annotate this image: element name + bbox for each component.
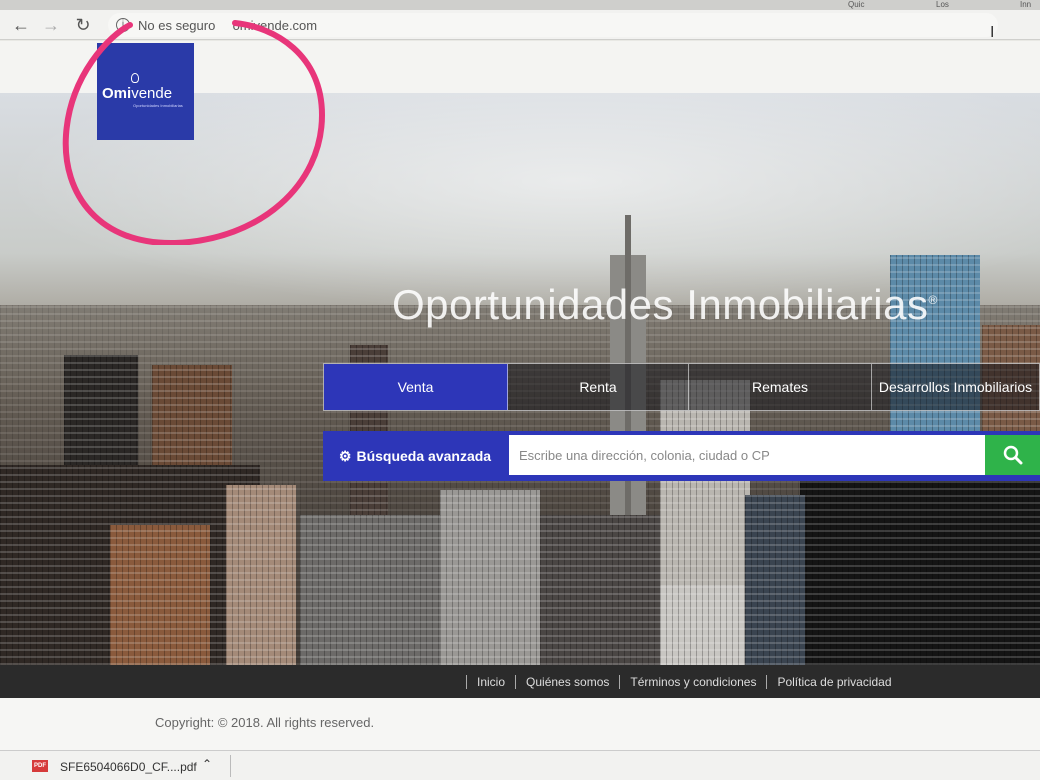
url: omivende.com [232,18,318,33]
logo-tagline: Oportunidades Inmobiliarias [133,103,183,108]
browser-tabstrip: Quic Los Inn [0,0,1040,10]
pdf-icon: PDF [32,760,48,772]
web-page: Omivende Oportunidades Inmobiliarias Opo… [0,41,1040,698]
copyright-text: Copyright: © 2018. All rights reserved. [155,715,375,730]
footer-link-terminos[interactable]: Términos y condiciones [619,675,766,689]
logo-name-bold: Omi [102,85,132,102]
footer-nav: Inicio Quiénes somos Términos y condicio… [0,665,1040,698]
tab-desarrollos-inmobiliarios[interactable]: Desarrollos Inmobiliarios [872,364,1039,410]
copyright-footer: Copyright: © 2018. All rights reserved. [0,698,1040,750]
building [540,515,660,665]
download-filename[interactable]: SFE6504066D0_CF....pdf [60,760,197,774]
tab-venta[interactable]: Venta [324,364,508,410]
browser-tab[interactable]: Inn [1020,0,1031,9]
logo-wordmark: Omivende [102,85,172,102]
registered-mark: ® [928,293,938,307]
chevron-up-icon[interactable]: ⌃ [202,757,212,771]
security-label: No es seguro [138,18,216,33]
building [300,515,460,665]
advanced-search-button[interactable]: ⚙ Búsqueda avanzada [323,431,507,481]
footer-link-quienes-somos[interactable]: Quiénes somos [515,675,619,689]
browser-tab[interactable]: Quic [848,0,864,9]
footer-link-inicio[interactable]: Inicio [466,675,515,689]
building [110,525,210,665]
address-bar[interactable]: i No es seguro omivende.com [108,13,998,37]
browser-toolbar: ← → ↻ i No es seguro omivende.com I [0,10,1040,41]
tab-renta[interactable]: Renta [508,364,689,410]
back-arrow-icon[interactable]: ← [10,14,32,36]
site-logo[interactable]: Omivende Oportunidades Inmobiliarias [97,43,194,140]
reload-icon[interactable]: ↻ [72,14,94,36]
search-bar: ⚙ Búsqueda avanzada [323,431,1040,481]
text-cursor-icon: I [990,24,995,41]
forward-arrow-icon[interactable]: → [40,14,62,36]
building [440,490,540,665]
url-text: No es seguro omivende.com [138,18,317,33]
hero-title: Oportunidades Inmobiliarias® [392,281,938,329]
search-icon [1003,445,1022,465]
building [745,495,805,665]
info-icon[interactable]: i [116,18,130,32]
gear-icon: ⚙ [338,447,352,464]
screen: Quic Los Inn ← → ↻ i No es seguro omiven… [0,0,1040,780]
logo-name-light: vende [131,85,173,102]
search-button[interactable] [985,435,1040,475]
search-input[interactable] [509,435,985,475]
listing-type-tabs: Venta Renta Remates Desarrollos Inmobili… [323,363,1040,411]
tab-remates[interactable]: Remates [689,364,872,410]
browser-tab[interactable]: Los [936,0,949,9]
hero-title-text: Oportunidades Inmobiliarias [392,281,929,328]
divider [230,755,231,777]
building [226,485,296,665]
footer-link-privacidad[interactable]: Política de privacidad [766,675,901,689]
download-shelf: PDF SFE6504066D0_CF....pdf ⌃ [0,750,1040,780]
advanced-search-label: Búsqueda avanzada [356,448,492,464]
lightbulb-icon [131,73,139,83]
